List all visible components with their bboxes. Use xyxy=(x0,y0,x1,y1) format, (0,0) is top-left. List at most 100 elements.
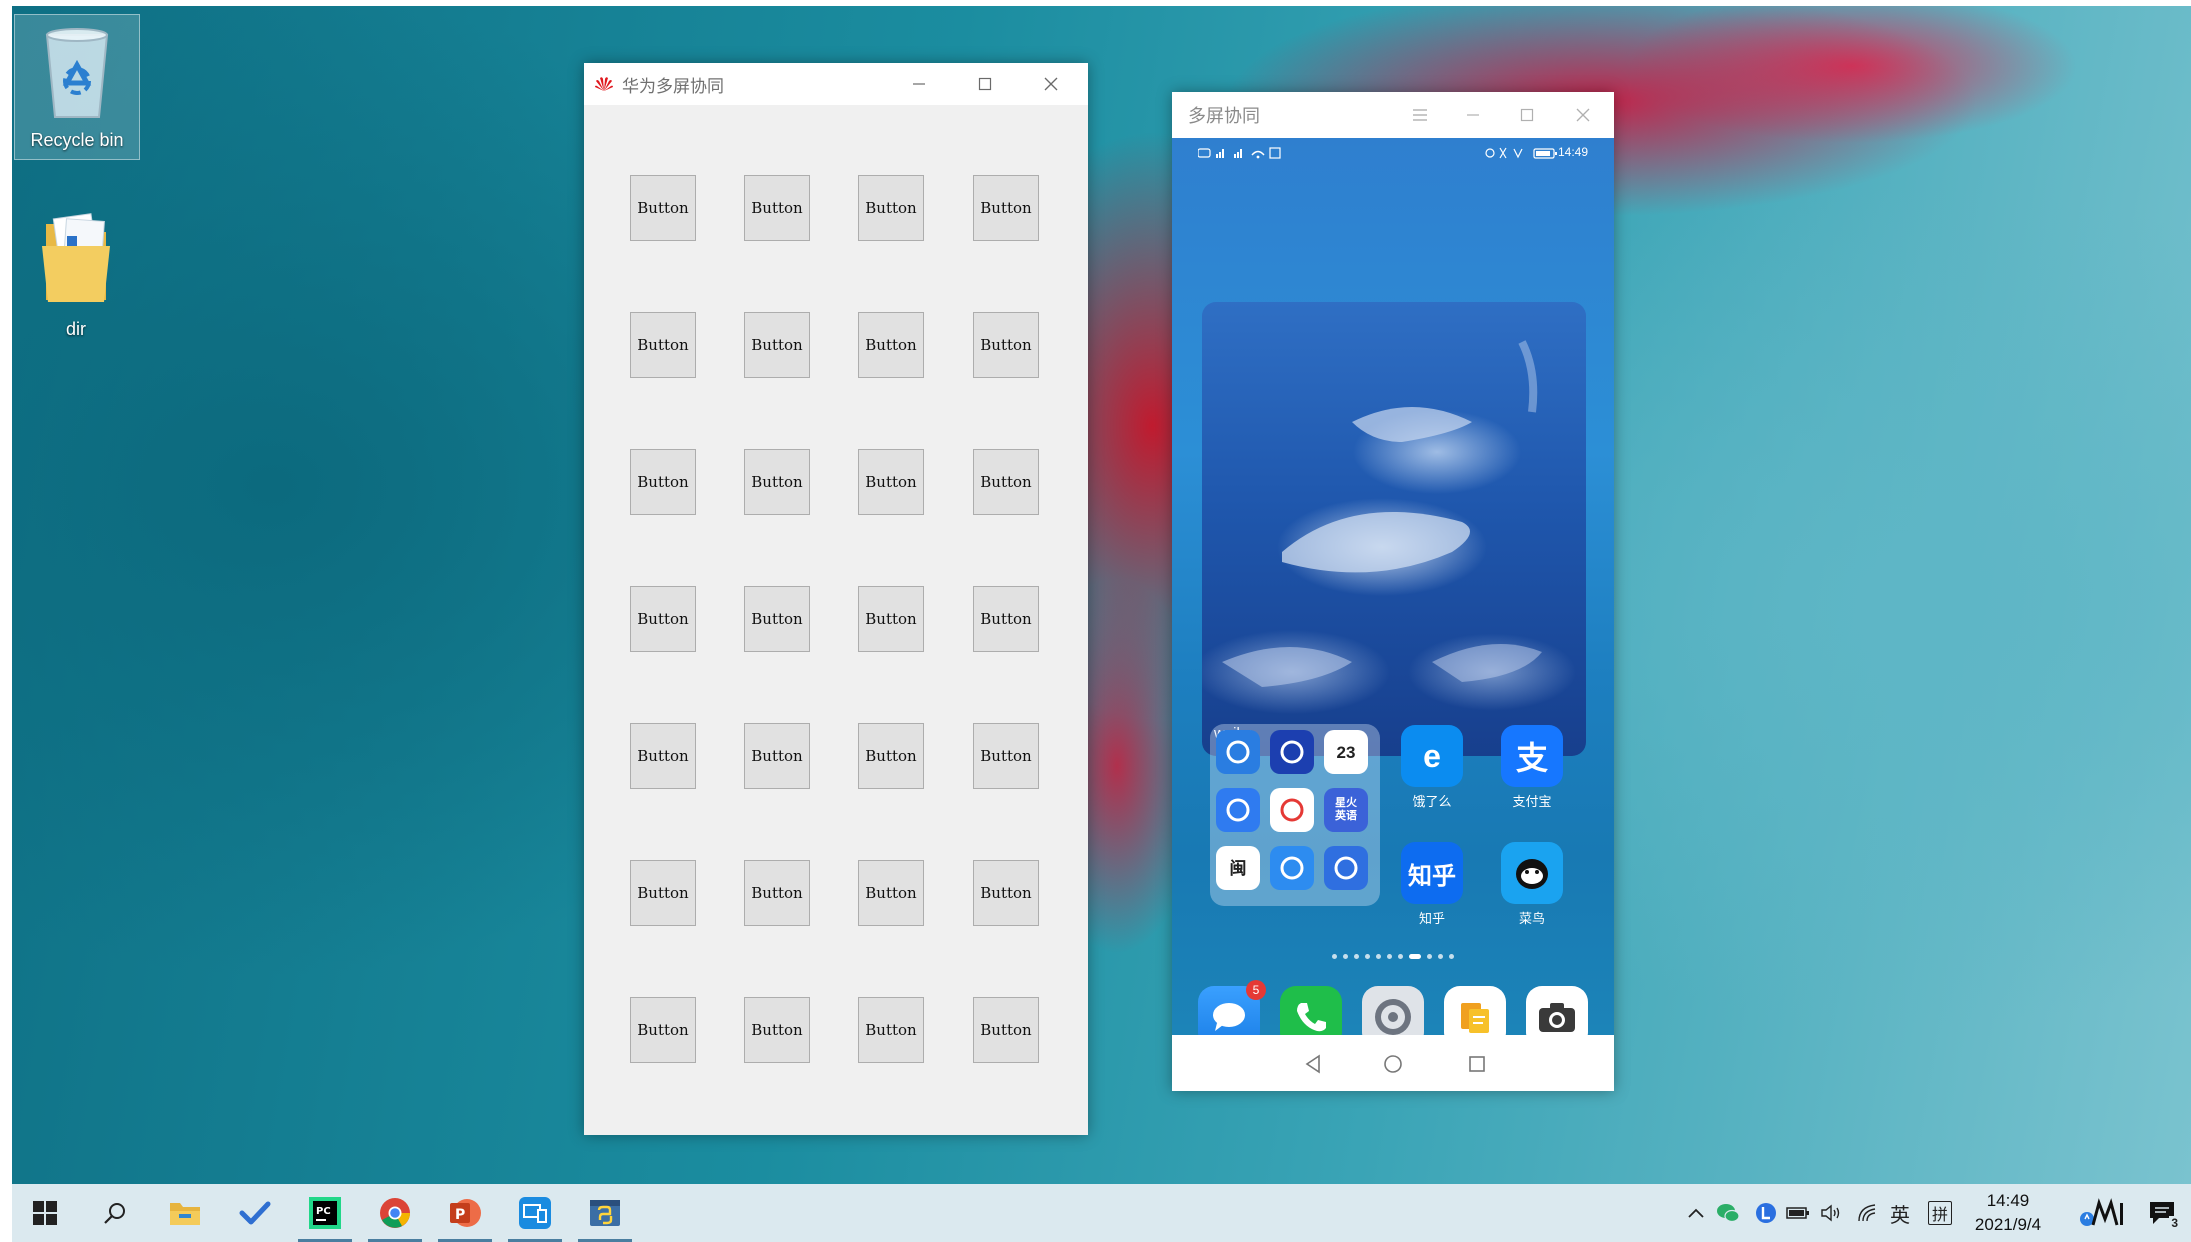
grid-button-r1-c4[interactable]: Button xyxy=(973,175,1039,241)
grid-button-r7-c3[interactable]: Button xyxy=(858,997,924,1063)
mini-app-text: 星火 英语 xyxy=(1335,797,1357,822)
taskbar-powerpoint[interactable]: P xyxy=(436,1184,494,1242)
ime-pinyin[interactable]: 拼 xyxy=(1928,1201,1952,1225)
weibo-widget[interactable]: weibo xyxy=(1202,302,1586,756)
nav-home-button[interactable] xyxy=(1378,1049,1408,1079)
page-dot[interactable] xyxy=(1343,954,1348,960)
taskbar-pycharm[interactable]: PC xyxy=(296,1184,354,1242)
window-titlebar[interactable]: 华为多屏协同 xyxy=(584,63,1088,105)
start-button[interactable] xyxy=(16,1184,74,1242)
grid-button-r3-c3[interactable]: Button xyxy=(858,449,924,515)
page-dot[interactable] xyxy=(1438,954,1443,960)
grid-button-r1-c2[interactable]: Button xyxy=(744,175,810,241)
ime-language[interactable]: 英 xyxy=(1886,1198,1914,1228)
taskbar-python[interactable] xyxy=(576,1184,634,1242)
grid-button-r2-c4[interactable]: Button xyxy=(973,312,1039,378)
phone-maximize-button[interactable] xyxy=(1500,92,1554,138)
dock-messages[interactable]: 5 xyxy=(1198,980,1266,1035)
grid-button-r2-c3[interactable]: Button xyxy=(858,312,924,378)
grid-button-r3-c1[interactable]: Button xyxy=(630,449,696,515)
windows-logo-icon xyxy=(33,1201,57,1225)
calendar-app-icon[interactable]: 23 xyxy=(1324,730,1368,774)
page-dot[interactable] xyxy=(1354,954,1359,960)
grid-button-r1-c1[interactable]: Button xyxy=(630,175,696,241)
page-dot[interactable] xyxy=(1387,954,1392,960)
tray-chevron-up[interactable] xyxy=(1682,1198,1710,1228)
page-dot[interactable] xyxy=(1449,954,1454,960)
grid-button-r7-c2[interactable]: Button xyxy=(744,997,810,1063)
taskbar-todo[interactable] xyxy=(226,1184,284,1242)
dock-phone[interactable] xyxy=(1280,986,1342,1035)
app-eleme[interactable]: e 饿了么 xyxy=(1397,725,1467,810)
page-dot[interactable] xyxy=(1332,954,1337,960)
phone-close-button[interactable] xyxy=(1554,92,1612,138)
study-app-icon[interactable] xyxy=(1216,788,1260,832)
nav-back-button[interactable] xyxy=(1298,1049,1328,1079)
grid-button-r6-c2[interactable]: Button xyxy=(744,860,810,926)
close-button[interactable] xyxy=(1020,63,1082,105)
dock-camera[interactable] xyxy=(1526,986,1588,1035)
taskbar-chrome[interactable] xyxy=(366,1184,424,1242)
app-folder[interactable]: 23 星火 英语闽 xyxy=(1210,724,1380,906)
desktop-icon-dir[interactable]: dir xyxy=(14,206,138,346)
maximize-button[interactable] xyxy=(954,63,1016,105)
grid-button-r6-c1[interactable]: Button xyxy=(630,860,696,926)
taskbar-clock[interactable]: 14:49 2021/9/4 xyxy=(1958,1189,2058,1237)
app-zhihu[interactable]: 知乎 知乎 xyxy=(1397,842,1467,927)
search-button[interactable] xyxy=(86,1184,144,1242)
grid-button-r5-c2[interactable]: Button xyxy=(744,723,810,789)
tray-volume[interactable] xyxy=(1818,1198,1846,1228)
weibo-app-icon[interactable] xyxy=(1216,730,1260,774)
grid-button-r4-c3[interactable]: Button xyxy=(858,586,924,652)
taskbar-file-explorer[interactable] xyxy=(156,1184,214,1242)
grid-button-r3-c4[interactable]: Button xyxy=(973,449,1039,515)
grid-button-r6-c4[interactable]: Button xyxy=(973,860,1039,926)
taskbar-multiscreen[interactable] xyxy=(506,1184,564,1242)
tray-battery[interactable] xyxy=(1784,1198,1812,1228)
tray-wifi[interactable] xyxy=(1854,1198,1882,1228)
xinghuo-app-icon[interactable]: 星火 英语 xyxy=(1324,788,1368,832)
phone-window-titlebar[interactable]: 多屏协同 xyxy=(1172,92,1614,138)
desktop-icon-recycle-bin[interactable]: Recycle bin xyxy=(14,14,140,160)
dock-notes[interactable] xyxy=(1444,986,1506,1035)
grid-button-r7-c1[interactable]: Button xyxy=(630,997,696,1063)
taobao-app-icon[interactable]: 闽 xyxy=(1216,846,1260,890)
huawei-logo-icon xyxy=(595,77,613,91)
dock-settings[interactable] xyxy=(1362,986,1424,1035)
page-dot[interactable] xyxy=(1365,954,1370,960)
page-dot[interactable] xyxy=(1376,954,1381,960)
grid-button-r5-c1[interactable]: Button xyxy=(630,723,696,789)
shop-app-icon[interactable] xyxy=(1270,788,1314,832)
minimize-button[interactable] xyxy=(888,63,950,105)
grid-button-r1-c3[interactable]: Button xyxy=(858,175,924,241)
tray-wechat[interactable] xyxy=(1714,1198,1742,1228)
app-glyph: 支 xyxy=(1515,740,1548,776)
grid-button-r4-c1[interactable]: Button xyxy=(630,586,696,652)
grid-button-r6-c3[interactable]: Button xyxy=(858,860,924,926)
window-title: 华为多屏协同 xyxy=(622,76,724,96)
phone-menu-button[interactable] xyxy=(1394,92,1446,138)
grid-button-r2-c2[interactable]: Button xyxy=(744,312,810,378)
grid-button-r5-c4[interactable]: Button xyxy=(973,723,1039,789)
tray-ml-app[interactable] xyxy=(2076,1198,2128,1228)
page-dot[interactable] xyxy=(1409,954,1421,960)
grid-button-r3-c2[interactable]: Button xyxy=(744,449,810,515)
app-alipay[interactable]: 支支付宝 xyxy=(1497,725,1567,810)
phone-screen[interactable]: 14:49 weibo 23星火 英语闽 e饿了么支支付宝知乎知乎菜鸟 5 xyxy=(1172,138,1614,1035)
grid-button-r5-c3[interactable]: Button xyxy=(858,723,924,789)
tray-l-app[interactable] xyxy=(1752,1198,1780,1228)
page-dot[interactable] xyxy=(1398,954,1403,960)
sync-app-icon[interactable] xyxy=(1270,846,1314,890)
grid-button-r4-c2[interactable]: Button xyxy=(744,586,810,652)
mountain-app-icon[interactable] xyxy=(1324,846,1368,890)
notification-center-button[interactable]: 3 xyxy=(2146,1198,2180,1230)
phone-minimize-button[interactable] xyxy=(1446,92,1500,138)
app-label: 菜鸟 xyxy=(1518,911,1545,926)
grid-button-r4-c4[interactable]: Button xyxy=(973,586,1039,652)
grid-app-icon[interactable] xyxy=(1270,730,1314,774)
grid-button-r2-c1[interactable]: Button xyxy=(630,312,696,378)
page-dot[interactable] xyxy=(1427,954,1432,960)
grid-button-r7-c4[interactable]: Button xyxy=(973,997,1039,1063)
nav-recents-button[interactable] xyxy=(1462,1049,1492,1079)
app-cainiao[interactable]: 菜鸟 xyxy=(1497,842,1567,927)
